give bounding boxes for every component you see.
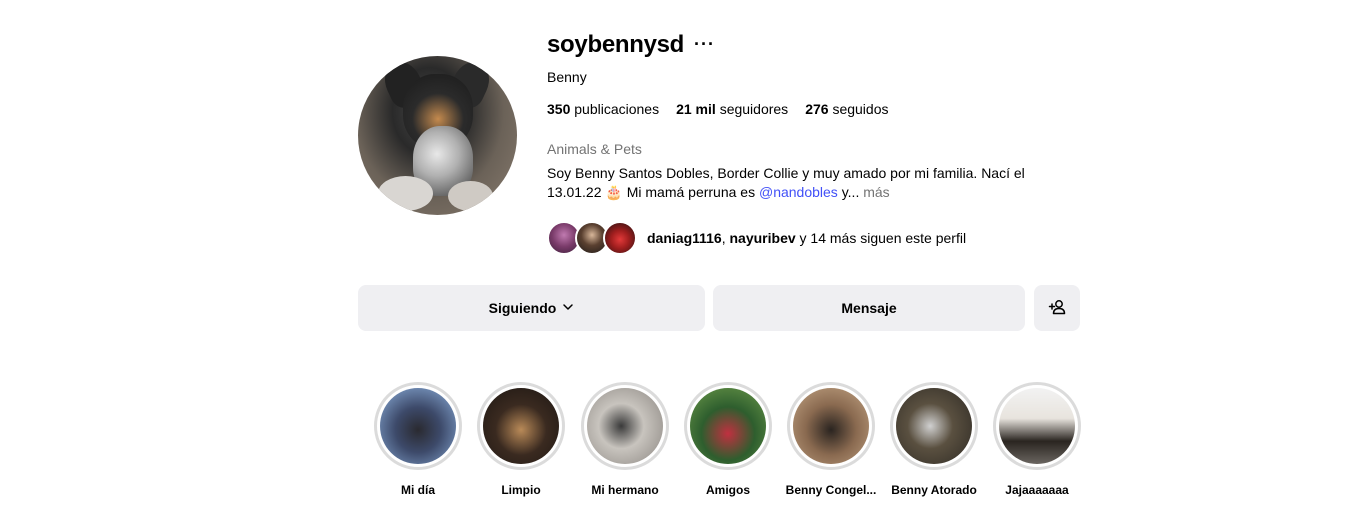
story-highlight[interactable]: Jajaaaaaaa xyxy=(992,382,1082,497)
followed-by-text: daniag1116, nayuribev y 14 más siguen es… xyxy=(647,230,966,246)
highlight-cover xyxy=(896,388,972,464)
posts-stat: 350 publicaciones xyxy=(547,101,659,117)
following-button[interactable]: Siguiendo xyxy=(358,285,705,331)
highlight-cover xyxy=(380,388,456,464)
followed-by-separator: , xyxy=(721,230,726,246)
profile-avatar[interactable] xyxy=(358,56,517,215)
following-label: Siguiendo xyxy=(488,300,557,316)
following-count: 276 xyxy=(805,101,829,117)
story-highlight[interactable]: Mi día xyxy=(373,382,463,497)
highlight-ring xyxy=(890,382,978,470)
following-label: seguidos xyxy=(832,101,889,117)
highlight-ring xyxy=(374,382,462,470)
posts-label: publicaciones xyxy=(574,101,660,117)
avatar-paw xyxy=(378,176,433,211)
add-user-button[interactable] xyxy=(1034,285,1080,331)
bio-more-link[interactable]: más xyxy=(863,184,889,200)
highlight-label: Jajaaaaaaa xyxy=(1005,483,1069,497)
followed-by-user: nayuribev xyxy=(729,230,796,246)
highlight-label: Benny Atorado xyxy=(891,483,977,497)
highlight-label: Limpio xyxy=(501,483,541,497)
story-highlight[interactable]: Limpio xyxy=(476,382,566,497)
message-button[interactable]: Mensaje xyxy=(713,285,1025,331)
following-stat[interactable]: 276 seguidos xyxy=(805,101,888,117)
highlight-cover xyxy=(999,388,1075,464)
chevron-down-icon xyxy=(562,300,574,316)
highlight-ring xyxy=(684,382,772,470)
highlight-label: Amigos xyxy=(705,483,750,497)
add-user-icon xyxy=(1048,298,1066,319)
profile-display-name: Benny xyxy=(547,69,587,85)
profile-stats: 350 publicaciones 21 mil seguidores 276 … xyxy=(547,101,888,117)
followers-label: seguidores xyxy=(719,101,789,117)
message-label: Mensaje xyxy=(841,300,897,316)
highlight-label: Mi hermano xyxy=(591,483,659,497)
highlight-ring xyxy=(581,382,669,470)
highlight-label: Mi día xyxy=(400,483,435,497)
highlight-ring xyxy=(993,382,1081,470)
followed-by-user: daniag1116 xyxy=(647,230,722,246)
story-highlight[interactable]: Benny Congel... xyxy=(786,382,876,497)
bio-mention-link[interactable]: @nandobles xyxy=(759,184,838,200)
highlight-ring xyxy=(787,382,875,470)
profile-bio: Soy Benny Santos Dobles, Border Collie y… xyxy=(547,164,1067,202)
profile-username: soybennysd xyxy=(547,31,685,58)
highlight-ring xyxy=(477,382,565,470)
profile-category: Animals & Pets xyxy=(547,141,642,157)
highlight-label: Benny Congel... xyxy=(785,483,877,497)
story-highlight[interactable]: Benny Atorado xyxy=(889,382,979,497)
highlight-cover xyxy=(793,388,869,464)
posts-count: 350 xyxy=(547,101,571,117)
story-highlight[interactable]: Amigos xyxy=(683,382,773,497)
avatar-paw xyxy=(448,181,493,211)
more-options-icon[interactable]: ··· xyxy=(694,34,715,55)
story-highlight[interactable]: Mi hermano xyxy=(580,382,670,497)
highlight-cover xyxy=(690,388,766,464)
followed-by-rest: y 14 más siguen este perfil xyxy=(795,230,967,246)
followers-stat[interactable]: 21 mil seguidores xyxy=(676,101,788,117)
highlight-cover xyxy=(483,388,559,464)
highlight-cover xyxy=(587,388,663,464)
follower-avatar xyxy=(603,221,637,255)
bio-suffix: y... xyxy=(837,184,860,200)
followed-by-row[interactable]: daniag1116, nayuribev y 14 más siguen es… xyxy=(547,220,966,256)
followers-count: 21 mil xyxy=(676,101,716,117)
